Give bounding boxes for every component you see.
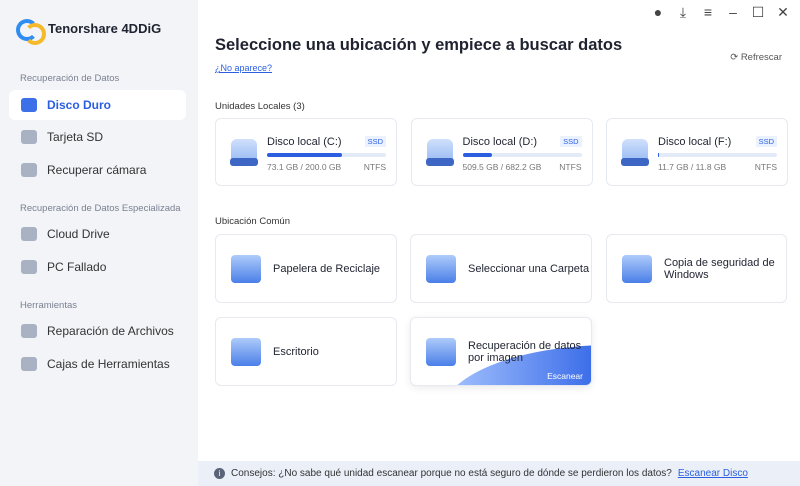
drive-name: Disco local (D:)	[462, 136, 538, 148]
minimize-icon[interactable]: –	[726, 4, 740, 21]
drive-filesystem: NTFS	[363, 162, 386, 172]
download-icon[interactable]: ⤓	[676, 4, 690, 21]
sidebar-item-toolbox[interactable]: Cajas de Herramientas	[9, 349, 186, 379]
drive-filesystem: NTFS	[754, 162, 777, 172]
drive-size: 11.7 GB / 11.8 GB	[658, 162, 727, 172]
drive-card[interactable]: Disco local (C:) SSD 73.1 GB / 200.0 GB …	[215, 118, 397, 186]
repair-icon	[21, 324, 37, 338]
logo-icon	[16, 17, 46, 45]
card-label: Recuperación de datos por imagen	[468, 339, 582, 364]
sidebar-item-label: Recuperar cámara	[47, 163, 147, 177]
drive-usage-bar	[462, 153, 582, 157]
drive-type-badge: SSD	[755, 136, 777, 147]
drive-usage-fill	[267, 153, 342, 157]
refresh-label: Refrescar	[740, 52, 782, 63]
section-title: Herramientas	[20, 300, 78, 311]
drive-size: 73.1 GB / 200.0 GB	[267, 162, 342, 172]
main-panel: ● ⤓ ≡ – ☐ ✕ Seleccione una ubicación y e…	[198, 0, 800, 486]
card-label: Escritorio	[273, 345, 319, 358]
image-recovery-card[interactable]: Recuperación de datos por imagen Escanea…	[410, 317, 592, 386]
common-location-label: Ubicación Común	[215, 216, 290, 227]
disk-image-icon	[426, 337, 456, 366]
window-controls: ● ⤓ ≡ – ☐ ✕	[651, 4, 790, 21]
sidebar-item-tarjeta-sd[interactable]: Tarjeta SD	[9, 122, 186, 152]
drive-name: Disco local (F:)	[658, 136, 732, 148]
section-title: Recuperación de Datos Especializada	[20, 203, 181, 214]
info-icon: i	[214, 468, 225, 479]
card-label: Copia de seguridad de Windows	[664, 256, 775, 281]
recycle-bin-icon	[231, 254, 261, 283]
drive-usage-fill	[658, 153, 660, 157]
desktop-icon	[231, 337, 261, 366]
drive-type-badge: SSD	[364, 136, 386, 147]
sidebar-item-disco-duro[interactable]: Disco Duro	[9, 90, 186, 120]
desktop-card[interactable]: Escritorio	[215, 317, 397, 386]
select-folder-card[interactable]: Seleccionar una Carpeta	[410, 234, 592, 303]
toolbox-icon	[21, 357, 37, 371]
refresh-icon: ⟳	[730, 52, 741, 63]
card-label: Papelera de Reciclaje	[273, 262, 381, 275]
maximize-icon[interactable]: ☐	[751, 4, 765, 21]
sd-card-icon	[21, 130, 37, 144]
sidebar-item-camara[interactable]: Recuperar cámara	[9, 155, 186, 185]
sidebar-item-cloud-drive[interactable]: Cloud Drive	[9, 219, 186, 249]
sidebar-item-label: Tarjeta SD	[47, 130, 104, 144]
drive-icon	[621, 139, 649, 166]
tips-text: Consejos: ¿No sabe qué unidad escanear p…	[231, 468, 672, 479]
sidebar-item-label: Reparación de Archivos	[47, 324, 174, 338]
sidebar-item-label: Cloud Drive	[47, 227, 110, 241]
sidebar-item-label: Cajas de Herramientas	[47, 357, 170, 371]
sidebar-item-pc-fallado[interactable]: PC Fallado	[9, 252, 186, 282]
hard-drive-icon	[21, 98, 37, 112]
drive-name: Disco local (C:)	[267, 136, 342, 148]
sidebar: Tenorshare 4DDiG Recuperación de Datos D…	[0, 0, 198, 486]
page-title: Seleccione una ubicación y empiece a bus…	[215, 36, 623, 54]
windows-icon	[622, 254, 652, 283]
tips-bar: i Consejos: ¿No sabe qué unidad escanear…	[198, 461, 800, 486]
app-logo: Tenorshare 4DDiG	[16, 17, 162, 45]
camera-icon	[21, 163, 37, 177]
drive-size: 509.5 GB / 682.2 GB	[462, 162, 542, 172]
folder-icon	[426, 254, 456, 283]
scan-button[interactable]: Escanear	[547, 371, 583, 381]
local-drives-label: Unidades Locales (3)	[215, 101, 305, 112]
scan-disk-link[interactable]: Escanear Disco	[678, 468, 748, 479]
windows-backup-card[interactable]: Copia de seguridad de Windows	[606, 234, 787, 303]
drive-icon	[425, 139, 454, 166]
drive-usage-bar	[267, 153, 386, 157]
drive-card[interactable]: Disco local (F:) SSD 11.7 GB / 11.8 GB N…	[606, 118, 788, 186]
cloud-icon	[21, 227, 37, 241]
drive-filesystem: NTFS	[559, 162, 582, 172]
pc-icon	[21, 260, 37, 274]
drive-usage-bar	[658, 153, 777, 157]
drive-icon	[230, 139, 258, 166]
recycle-bin-card[interactable]: Papelera de Reciclaje	[215, 234, 397, 303]
drive-type-badge: SSD	[560, 136, 582, 147]
sidebar-item-reparacion[interactable]: Reparación de Archivos	[9, 316, 186, 346]
app-title: Tenorshare 4DDiG	[48, 20, 162, 36]
close-icon[interactable]: ✕	[776, 4, 790, 21]
no-aparece-link[interactable]: ¿No aparece?	[215, 63, 272, 73]
refresh-button[interactable]: ⟳ Refrescar	[730, 52, 782, 63]
sidebar-item-label: PC Fallado	[47, 260, 107, 274]
menu-icon[interactable]: ≡	[701, 4, 715, 21]
drive-usage-fill	[462, 153, 493, 157]
sidebar-item-label: Disco Duro	[47, 98, 112, 112]
drive-card[interactable]: Disco local (D:) SSD 509.5 GB / 682.2 GB…	[410, 118, 593, 186]
assistant-icon[interactable]: ●	[651, 4, 665, 21]
section-title: Recuperación de Datos	[20, 73, 120, 84]
card-label: Seleccionar una Carpeta	[468, 262, 590, 275]
